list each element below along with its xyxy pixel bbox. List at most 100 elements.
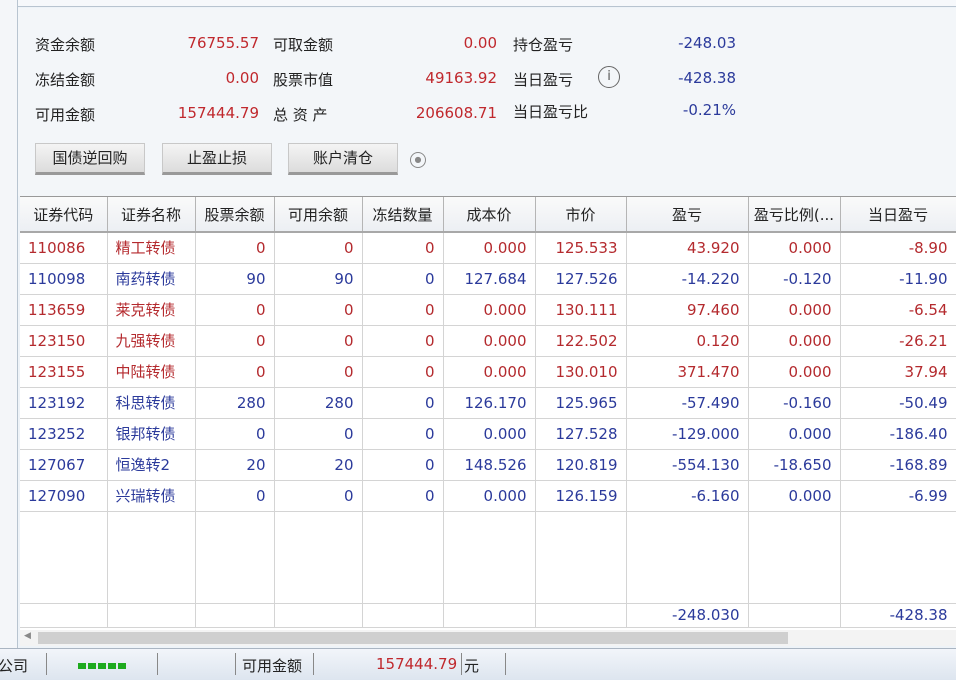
cell-price: 125.965 xyxy=(535,387,627,419)
col-code[interactable]: 证券代码 xyxy=(20,197,108,233)
cell-frozen: 0 xyxy=(362,325,444,357)
cell-frozen: 0 xyxy=(362,263,444,295)
cell-price: 130.010 xyxy=(535,356,627,388)
cell-balance: 0 xyxy=(195,325,275,357)
cell-balance: 0 xyxy=(195,294,275,326)
cell-price: 122.502 xyxy=(535,325,627,357)
cell-available: 0 xyxy=(274,294,363,326)
cell-balance: 0 xyxy=(195,232,275,264)
clear-account-button[interactable]: 账户清仓 xyxy=(288,143,398,175)
empty-row xyxy=(20,511,956,604)
cell-daily-pl: -186.40 xyxy=(840,418,956,450)
frozen-label: 冻结金额 xyxy=(35,71,96,89)
settings-icon[interactable]: ● xyxy=(410,152,426,168)
cell-code: 127067 xyxy=(20,449,108,481)
cell-cost: 127.684 xyxy=(443,263,536,295)
table-row[interactable]: 123192 科思转债 280 280 0 126.170 125.965 -57.490 -0… xyxy=(20,387,956,419)
empty-cell xyxy=(535,511,627,604)
total-cell xyxy=(535,603,627,628)
empty-cell xyxy=(274,511,363,604)
cell-cost: 0.000 xyxy=(443,294,536,326)
cell-code: 123192 xyxy=(20,387,108,419)
col-name[interactable]: 证券名称 xyxy=(107,197,196,233)
table-row[interactable]: 113659 莱克转债 0 0 0 0.000 130.111 97.460 0.000 -6.5… xyxy=(20,294,956,326)
cell-available: 0 xyxy=(274,325,363,357)
cell-frozen: 0 xyxy=(362,449,444,481)
total-row: -248.030 -428.38 xyxy=(20,603,956,628)
total-cell xyxy=(443,603,536,628)
cell-name: 莱克转债 xyxy=(107,294,196,326)
scroll-left-icon[interactable]: ◀ xyxy=(24,631,31,641)
col-price[interactable]: 市价 xyxy=(535,197,627,233)
total-cell xyxy=(107,603,196,628)
table-row[interactable]: 123252 银邦转债 0 0 0 0.000 127.528 -129.000 0.000 -1… xyxy=(20,418,956,450)
cell-code: 110086 xyxy=(20,232,108,264)
cell-cost: 148.526 xyxy=(443,449,536,481)
cell-code: 123155 xyxy=(20,356,108,388)
col-available[interactable]: 可用余额 xyxy=(274,197,363,233)
cell-cost: 0.000 xyxy=(443,232,536,264)
cell-cost: 126.170 xyxy=(443,387,536,419)
total-pl: -248.030 xyxy=(626,603,749,628)
cell-price: 120.819 xyxy=(535,449,627,481)
total-assets-label: 总 资 产 xyxy=(273,106,328,124)
cell-frozen: 0 xyxy=(362,418,444,450)
cell-name: 精工转债 xyxy=(107,232,196,264)
scrollbar-thumb[interactable] xyxy=(38,632,788,644)
cell-name: 兴瑞转债 xyxy=(107,480,196,512)
status-bar: 公司 可用金额 157444.79 元 xyxy=(0,648,956,680)
cell-name: 恒逸转2 xyxy=(107,449,196,481)
col-cost[interactable]: 成本价 xyxy=(443,197,536,233)
table-row[interactable]: 123155 中陆转债 0 0 0 0.000 130.010 371.470 0.000 37.… xyxy=(20,356,956,388)
treasury-repo-button[interactable]: 国债逆回购 xyxy=(35,143,145,175)
fund-balance-value: 76755.57 xyxy=(187,34,259,52)
cell-pl: 0.120 xyxy=(626,325,749,357)
col-balance[interactable]: 股票余额 xyxy=(195,197,275,233)
status-available-label: 可用金额 xyxy=(242,657,303,675)
cell-balance: 0 xyxy=(195,418,275,450)
total-cell xyxy=(195,603,275,628)
horizontal-scrollbar[interactable]: ◀ xyxy=(20,630,956,646)
cell-frozen: 0 xyxy=(362,480,444,512)
col-pl[interactable]: 盈亏 xyxy=(626,197,749,233)
cell-pl: 97.460 xyxy=(626,294,749,326)
info-icon[interactable]: i xyxy=(598,66,620,88)
daily-pl-label: 当日盈亏 xyxy=(513,71,574,89)
empty-cell xyxy=(748,511,841,604)
cell-balance: 20 xyxy=(195,449,275,481)
cell-frozen: 0 xyxy=(362,232,444,264)
cell-available: 90 xyxy=(274,263,363,295)
cell-frozen: 0 xyxy=(362,387,444,419)
connection-signal-icon xyxy=(78,663,126,669)
cell-name: 中陆转债 xyxy=(107,356,196,388)
cell-pl: -57.490 xyxy=(626,387,749,419)
stop-profit-loss-button[interactable]: 止盈止损 xyxy=(162,143,272,175)
cell-frozen: 0 xyxy=(362,294,444,326)
table-row[interactable]: 123150 九强转债 0 0 0 0.000 122.502 0.120 0.000 -26.2… xyxy=(20,325,956,357)
cell-pl-ratio: 0.000 xyxy=(748,418,841,450)
cell-pl-ratio: -18.650 xyxy=(748,449,841,481)
table-row[interactable]: 110098 南药转债 90 90 0 127.684 127.526 -14.220 -0.1… xyxy=(20,263,956,295)
table-header: 证券代码 证券名称 股票余额 可用余额 冻结数量 成本价 市价 盈亏 盈亏比例(… xyxy=(20,197,956,233)
table-row[interactable]: 127090 兴瑞转债 0 0 0 0.000 126.159 -6.160 0.000 -6.9… xyxy=(20,480,956,512)
col-frozen[interactable]: 冻结数量 xyxy=(362,197,444,233)
daily-pl-value: -428.38 xyxy=(678,69,736,87)
total-cell xyxy=(274,603,363,628)
cell-available: 0 xyxy=(274,418,363,450)
cell-pl-ratio: 0.000 xyxy=(748,356,841,388)
table-row[interactable]: 110086 精工转债 0 0 0 0.000 125.533 43.920 0.000 -8.9… xyxy=(20,232,956,264)
cell-code: 123150 xyxy=(20,325,108,357)
cell-daily-pl: -168.89 xyxy=(840,449,956,481)
total-daily-pl: -428.38 xyxy=(840,603,956,628)
cell-code: 110098 xyxy=(20,263,108,295)
col-pl-ratio[interactable]: 盈亏比例(... xyxy=(748,197,841,233)
cell-pl-ratio: 0.000 xyxy=(748,294,841,326)
cell-balance: 0 xyxy=(195,480,275,512)
table-row[interactable]: 127067 恒逸转2 20 20 0 148.526 120.819 -554.130 -18… xyxy=(20,449,956,481)
cell-pl: -129.000 xyxy=(626,418,749,450)
total-assets-value: 206608.71 xyxy=(415,104,497,122)
cell-price: 127.528 xyxy=(535,418,627,450)
cell-code: 127090 xyxy=(20,480,108,512)
cell-code: 123252 xyxy=(20,418,108,450)
col-daily-pl[interactable]: 当日盈亏 xyxy=(840,197,956,233)
